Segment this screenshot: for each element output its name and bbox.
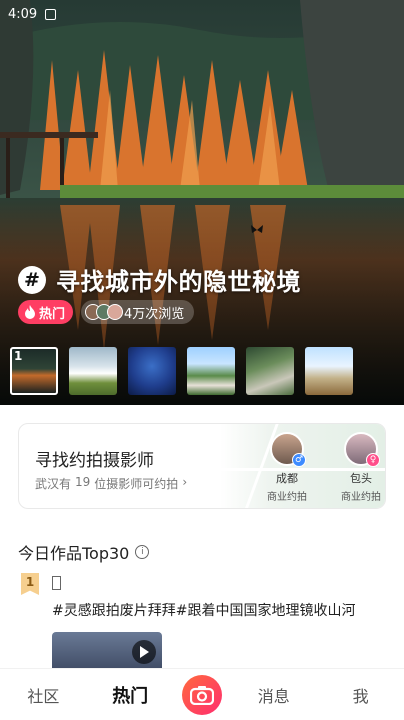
camera-button[interactable] (181, 674, 222, 715)
hot-label: 热门 (39, 306, 66, 322)
tab-community[interactable]: 社区 (8, 683, 78, 707)
status-time: 4:09 (8, 6, 38, 22)
female-icon: ♀ (366, 453, 380, 467)
tab-hot[interactable]: 热门 (95, 682, 165, 708)
rank-badge: 1 (21, 573, 39, 595)
tab-me[interactable]: 我 (326, 683, 396, 707)
bottom-tab-bar: 社区 热门 消息 我 (0, 668, 404, 720)
hot-badge: 热门 (18, 300, 74, 324)
notification-icon (45, 8, 57, 20)
avatar: ♂ (270, 432, 306, 467)
hashtag-icon: # (18, 265, 46, 294)
thumbnail-5[interactable] (246, 347, 294, 395)
thumbnail-4[interactable] (187, 347, 235, 395)
camera-icon (189, 685, 214, 705)
play-icon[interactable] (132, 640, 156, 664)
hero-meta: 热门 4万次浏览 (18, 300, 195, 324)
avatar (107, 304, 124, 320)
male-icon: ♂ (292, 453, 306, 467)
work-video-thumbnail[interactable] (52, 632, 162, 672)
hero-banner[interactable]: 4:09 # 寻找城市外的隐世秘境 热门 4万次浏览 1 (0, 0, 404, 405)
photographer-tag: 商业约拍 (341, 492, 381, 503)
thumbnail-3[interactable] (128, 347, 176, 395)
thumbnail-strip: 1 (10, 347, 353, 395)
flame-icon (25, 305, 35, 319)
photographer-count: 19 (75, 475, 91, 489)
hero-title[interactable]: 寻找城市外的隐世秘境 (56, 262, 301, 297)
photographer-baotou[interactable]: ♀ 包头 商业约拍 (331, 432, 385, 503)
subtitle-suffix: 位摄影师可约拍 (94, 477, 179, 491)
views-count: 4万次浏览 (124, 306, 185, 322)
card-subtitle: 武汉有 19 位摄影师可约拍 › (35, 475, 187, 492)
top30-header: 今日作品Top30 i (18, 540, 150, 564)
thumbnail-6[interactable] (305, 347, 353, 395)
thumbnail-2[interactable] (69, 347, 117, 395)
thumbnail-1[interactable]: 1 (10, 347, 58, 395)
photographer-city: 成都 (276, 472, 298, 485)
find-photographer-card[interactable]: 寻找约拍摄影师 武汉有 19 位摄影师可约拍 › ♂ 成都 商业约拍 ♀ 包头 … (18, 423, 386, 509)
top30-title: 今日作品Top30 (18, 544, 130, 563)
thumbnail-index: 1 (14, 349, 23, 363)
info-icon[interactable]: i (135, 545, 150, 559)
chevron-right-icon: › (182, 475, 188, 489)
placeholder-glyph-icon (52, 576, 61, 590)
views-pill: 4万次浏览 (81, 300, 195, 324)
photographer-chengdu[interactable]: ♂ 成都 商业约拍 (257, 432, 317, 503)
tab-messages[interactable]: 消息 (239, 683, 309, 707)
photographer-city: 包头 (350, 472, 372, 485)
work-hashtags[interactable]: #灵感跟拍废片拜拜#跟着中国国家地理镜收山河 (52, 600, 355, 620)
avatar: ♀ (344, 432, 380, 467)
hero-image (0, 0, 404, 405)
viewer-avatars (85, 304, 124, 320)
subtitle-prefix: 武汉有 (35, 477, 72, 491)
card-title: 寻找约拍摄影师 (35, 451, 154, 471)
hero-title-row[interactable]: # 寻找城市外的隐世秘境 (18, 262, 301, 297)
photographer-tag: 商业约拍 (267, 492, 307, 503)
status-bar: 4:09 (0, 0, 404, 28)
